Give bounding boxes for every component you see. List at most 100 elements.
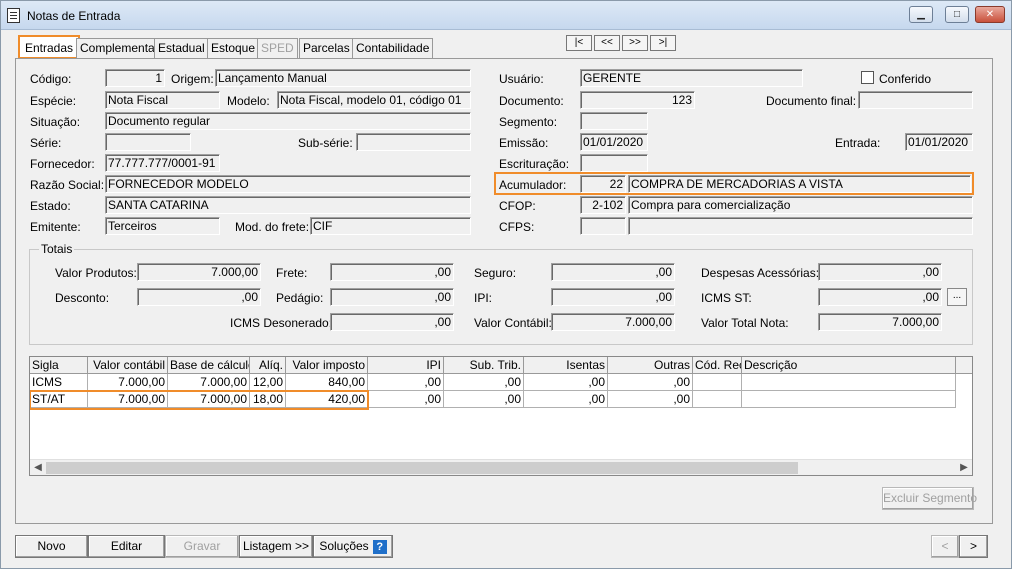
- table-row-cell[interactable]: 7.000,00: [168, 374, 250, 391]
- table-row-cell[interactable]: ,00: [444, 391, 524, 408]
- col-outras[interactable]: Outras: [608, 357, 693, 374]
- window-title: Notas de Entrada: [27, 9, 121, 23]
- table-row-cell[interactable]: ,00: [524, 374, 608, 391]
- prev-page-button[interactable]: <: [931, 535, 959, 558]
- col-descricao[interactable]: Descrição: [742, 357, 956, 374]
- origem-field[interactable]: Lançamento Manual: [215, 69, 471, 87]
- col-valor-imposto[interactable]: Valor imposto: [286, 357, 368, 374]
- icms-st-details-button[interactable]: ...: [947, 288, 967, 306]
- prev-record-button[interactable]: <<: [594, 35, 620, 51]
- docfinal-field[interactable]: [858, 91, 973, 109]
- pedagio-field[interactable]: ,00: [330, 288, 454, 306]
- emissao-field[interactable]: 01/01/2020: [580, 133, 648, 151]
- cfps-code-field[interactable]: [580, 217, 626, 235]
- close-icon: ✕: [985, 9, 995, 20]
- seguro-field[interactable]: ,00: [551, 263, 675, 281]
- table-row-cell[interactable]: [742, 374, 956, 391]
- acumulador-code-field[interactable]: 22: [580, 175, 626, 193]
- conferido-checkbox[interactable]: [861, 71, 874, 84]
- escrituracao-field[interactable]: [580, 154, 648, 172]
- table-row-cell[interactable]: ,00: [608, 391, 693, 408]
- usuario-field[interactable]: GERENTE: [580, 69, 803, 87]
- table-row-cell[interactable]: ST/AT: [30, 391, 88, 408]
- table-row-cell[interactable]: 18,00: [250, 391, 286, 408]
- emitente-field[interactable]: Terceiros: [105, 217, 220, 235]
- icms-st-field[interactable]: ,00: [818, 288, 942, 306]
- table-row-cell[interactable]: 7.000,00: [168, 391, 250, 408]
- tab-contabilidade[interactable]: Contabilidade: [352, 38, 434, 58]
- col-sub-trib[interactable]: Sub. Trib.: [444, 357, 524, 374]
- close-button[interactable]: ✕: [975, 6, 1005, 23]
- tab-estadual[interactable]: Estadual: [154, 38, 209, 58]
- table-row-cell[interactable]: 840,00: [286, 374, 368, 391]
- valor-total-field[interactable]: 7.000,00: [818, 313, 942, 331]
- valor-produtos-field[interactable]: 7.000,00: [137, 263, 261, 281]
- tab-parcelas[interactable]: Parcelas: [299, 38, 354, 58]
- table-row-cell[interactable]: ,00: [608, 374, 693, 391]
- next-page-button[interactable]: >: [959, 535, 988, 558]
- situacao-field[interactable]: Documento regular: [105, 112, 471, 130]
- listagem-button[interactable]: Listagem >>: [239, 535, 313, 558]
- scroll-left-icon[interactable]: ◀: [30, 460, 46, 475]
- especie-field[interactable]: Nota Fiscal: [105, 91, 220, 109]
- table-row-cell[interactable]: ICMS: [30, 374, 88, 391]
- modelo-field[interactable]: Nota Fiscal, modelo 01, código 01: [277, 91, 471, 109]
- table-row-cell[interactable]: 420,00: [286, 391, 368, 408]
- col-valor-contabil[interactable]: Valor contábil: [88, 357, 168, 374]
- gravar-button[interactable]: Gravar: [165, 535, 239, 558]
- frete-mod-field[interactable]: CIF: [310, 217, 471, 235]
- last-record-button[interactable]: >|: [650, 35, 676, 51]
- solucoes-button[interactable]: Soluções?: [313, 535, 393, 558]
- table-row-cell[interactable]: 7.000,00: [88, 391, 168, 408]
- col-ipi[interactable]: IPI: [368, 357, 444, 374]
- col-isentas[interactable]: Isentas: [524, 357, 608, 374]
- table-row-cell[interactable]: ,00: [368, 374, 444, 391]
- documento-field[interactable]: 123: [580, 91, 695, 109]
- estado-field[interactable]: SANTA CATARINA: [105, 196, 471, 214]
- razao-field[interactable]: FORNECEDOR MODELO: [105, 175, 471, 193]
- excluir-segmento-button[interactable]: Excluir Segmento: [882, 487, 977, 510]
- cfop-desc-field[interactable]: Compra para comercialização: [628, 196, 973, 214]
- cfop-code-field[interactable]: 2-102: [580, 196, 626, 214]
- fornecedor-field[interactable]: 77.777.777/0001-91: [105, 154, 220, 172]
- tab-complementar[interactable]: Complementar: [76, 38, 163, 58]
- entrada-field[interactable]: 01/01/2020: [905, 133, 973, 151]
- frete-field[interactable]: ,00: [330, 263, 454, 281]
- tax-grid[interactable]: Sigla Valor contábil Base de cálculo Alí…: [29, 356, 973, 476]
- col-sigla[interactable]: Sigla: [30, 357, 88, 374]
- despesas-field[interactable]: ,00: [818, 263, 942, 281]
- ipi-field[interactable]: ,00: [551, 288, 675, 306]
- table-row-cell[interactable]: 7.000,00: [88, 374, 168, 391]
- next-record-button[interactable]: >>: [622, 35, 648, 51]
- table-row-cell[interactable]: ,00: [368, 391, 444, 408]
- maximize-button[interactable]: □: [945, 6, 969, 23]
- horizontal-scrollbar[interactable]: ◀ ▶: [30, 459, 972, 475]
- minimize-button[interactable]: ▁: [909, 6, 933, 23]
- cfps-desc-field[interactable]: [628, 217, 973, 235]
- scroll-thumb[interactable]: [46, 462, 798, 474]
- acumulador-desc-field[interactable]: COMPRA DE MERCADORIAS A VISTA: [628, 175, 971, 193]
- subserie-field[interactable]: [356, 133, 471, 151]
- tab-estoque[interactable]: Estoque: [207, 38, 260, 58]
- col-base-calculo[interactable]: Base de cálculo: [168, 357, 250, 374]
- codigo-field[interactable]: 1: [105, 69, 165, 87]
- scroll-right-icon[interactable]: ▶: [956, 460, 972, 475]
- segmento-field[interactable]: [580, 112, 648, 130]
- table-row-cell[interactable]: ,00: [444, 374, 524, 391]
- table-row-cell[interactable]: 12,00: [250, 374, 286, 391]
- novo-button[interactable]: Novo: [15, 535, 88, 558]
- col-cod-rec[interactable]: Cód. Rec.: [693, 357, 742, 374]
- tab-entradas[interactable]: Entradas: [18, 35, 81, 59]
- serie-field[interactable]: [105, 133, 191, 151]
- desconto-field[interactable]: ,00: [137, 288, 261, 306]
- editar-button[interactable]: Editar: [88, 535, 165, 558]
- col-aliq[interactable]: Alíq.: [250, 357, 286, 374]
- table-row-cell[interactable]: [693, 391, 742, 408]
- icms-desonerado-field[interactable]: ,00: [330, 313, 454, 331]
- table-row-cell[interactable]: [742, 391, 956, 408]
- first-record-button[interactable]: |<: [566, 35, 592, 51]
- table-row-cell[interactable]: ,00: [524, 391, 608, 408]
- tab-sped[interactable]: SPED: [257, 38, 298, 58]
- valor-contabil-field[interactable]: 7.000,00: [551, 313, 675, 331]
- table-row-cell[interactable]: [693, 374, 742, 391]
